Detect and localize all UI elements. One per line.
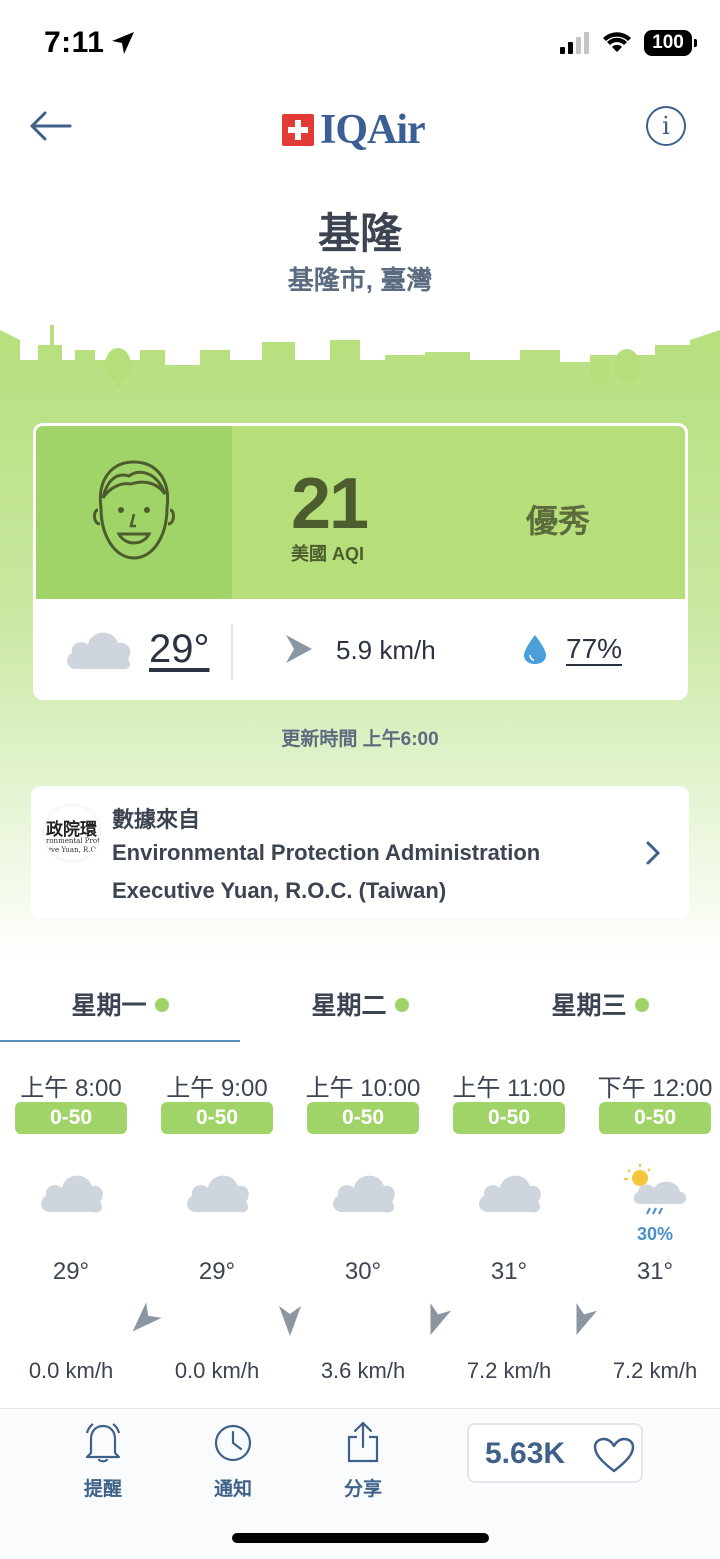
cloud-icon bbox=[479, 1175, 541, 1213]
hour-column: 上午 8:00 0-50 29° 0.0 km/h bbox=[0, 0, 162, 1400]
cloud-icon bbox=[333, 1175, 395, 1213]
notify-button[interactable]: 通知 bbox=[193, 1421, 273, 1501]
like-button[interactable]: 5.63K bbox=[467, 1423, 643, 1483]
hour-column: 上午 11:00 0-50 31° 7.2 km/h bbox=[436, 0, 598, 1400]
notify-label: 通知 bbox=[213, 1479, 252, 1500]
cloud-icon bbox=[187, 1175, 249, 1213]
heart-icon bbox=[593, 1437, 635, 1473]
hour-time: 上午 10:00 bbox=[305, 1075, 421, 1102]
hour-temperature: 31° bbox=[636, 1258, 674, 1285]
share-label: 分享 bbox=[343, 1479, 382, 1500]
sun-rain-cloud-icon bbox=[624, 1164, 686, 1215]
aqi-range-badge: 0-50 bbox=[161, 1102, 273, 1134]
hour-time: 下午 12:00 bbox=[597, 1075, 713, 1102]
wind-direction-icon bbox=[655, 1300, 720, 1340]
clock-icon bbox=[214, 1424, 252, 1462]
hour-wind-speed: 7.2 km/h bbox=[612, 1358, 698, 1383]
alert-label: 提醒 bbox=[83, 1479, 122, 1500]
precip-chance: 30% bbox=[636, 1224, 674, 1244]
aqi-range-badge: 0-50 bbox=[453, 1102, 565, 1134]
hour-wind-speed: 0.0 km/h bbox=[28, 1358, 114, 1383]
hour-time: 上午 11:00 bbox=[452, 1075, 566, 1102]
like-count: 5.63K bbox=[485, 1437, 566, 1470]
hour-temperature: 29° bbox=[198, 1258, 236, 1285]
bell-icon bbox=[85, 1423, 121, 1463]
cloud-icon bbox=[41, 1175, 103, 1213]
aqi-range-badge: 0-50 bbox=[15, 1102, 127, 1134]
hour-column: 下午 12:00 0-50 30% 31° 7.2 km/h bbox=[582, 0, 720, 1400]
hour-temperature: 31° bbox=[490, 1258, 528, 1285]
aqi-range-badge: 0-50 bbox=[307, 1102, 419, 1134]
hour-column: 上午 9:00 0-50 29° 0.0 km/h bbox=[144, 0, 301, 1400]
hour-time: 上午 8:00 bbox=[20, 1075, 122, 1102]
hour-column: 上午 10:00 0-50 30° 3.6 km/h bbox=[290, 0, 452, 1400]
hour-temperature: 30° bbox=[344, 1258, 382, 1285]
hour-wind-speed: 3.6 km/h bbox=[320, 1358, 406, 1383]
alert-button[interactable]: 提醒 bbox=[63, 1421, 143, 1501]
share-button[interactable]: 分享 bbox=[323, 1421, 403, 1501]
hour-wind-speed: 7.2 km/h bbox=[466, 1358, 552, 1383]
aqi-range-badge: 0-50 bbox=[599, 1102, 711, 1134]
home-indicator[interactable] bbox=[232, 1533, 489, 1543]
hour-temperature: 29° bbox=[52, 1258, 90, 1285]
share-icon bbox=[347, 1421, 379, 1463]
hour-wind-speed: 0.0 km/h bbox=[174, 1358, 260, 1383]
hour-time: 上午 9:00 bbox=[166, 1075, 268, 1102]
